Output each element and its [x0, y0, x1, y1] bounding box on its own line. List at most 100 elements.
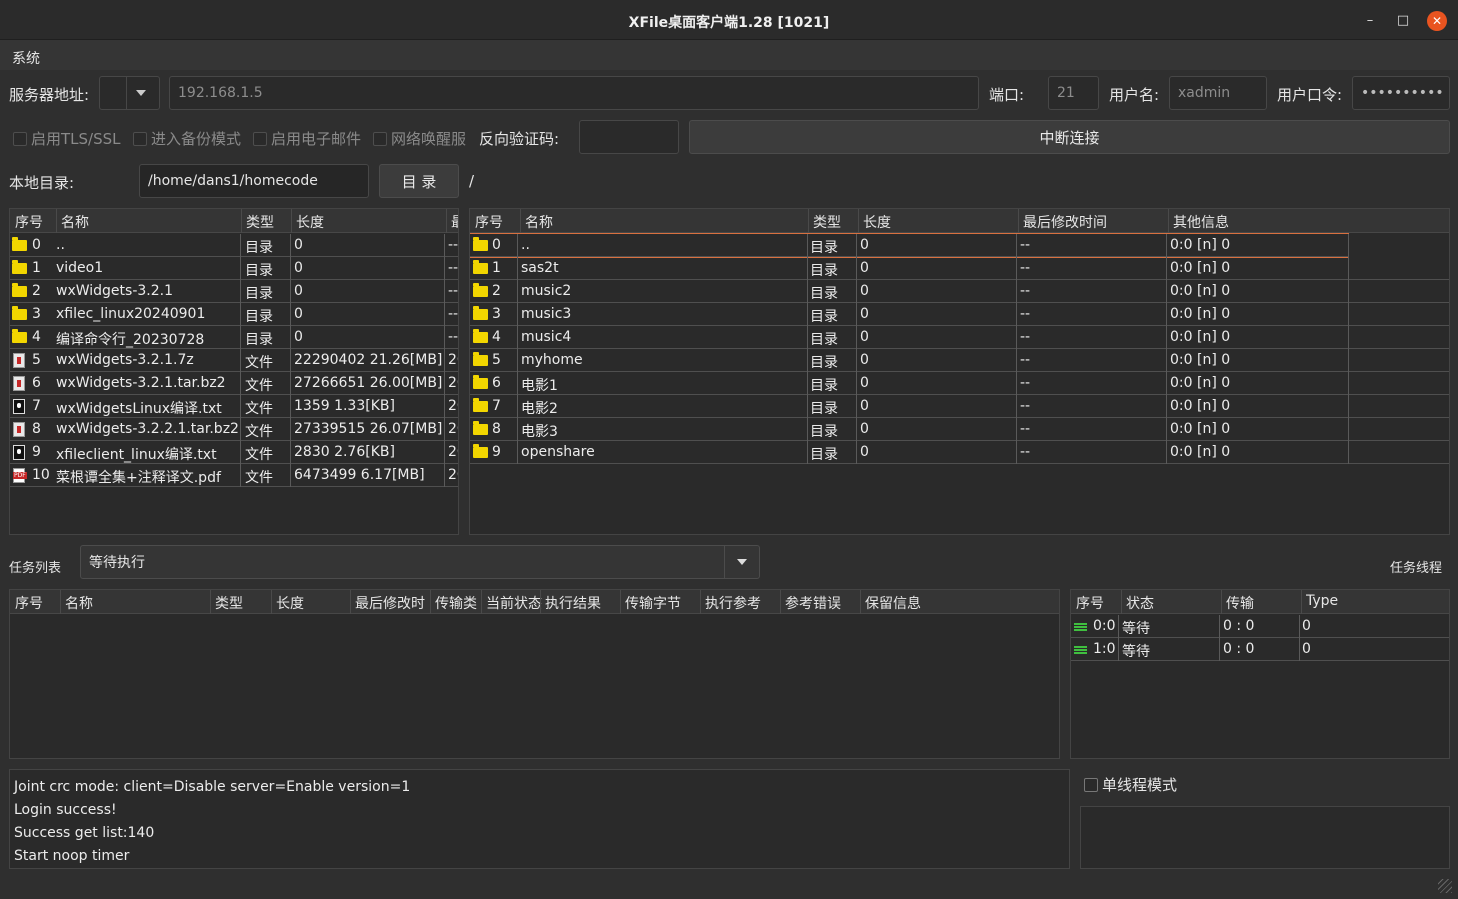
column-header[interactable]: 最后修改时间 [1023, 212, 1107, 232]
tls-checkbox[interactable]: 启用TLS/SSL [13, 128, 121, 149]
column-header[interactable]: 长度 [296, 212, 324, 232]
column-header[interactable]: 长度 [276, 593, 304, 613]
column-header[interactable]: 名称 [525, 212, 553, 232]
column-header[interactable]: 最后修改时 [355, 593, 425, 613]
file-type: 目录 [245, 263, 273, 279]
table-row[interactable]: 4 编译命令行_20230728 目录 0 -- [10, 326, 458, 349]
folder-icon [12, 260, 27, 274]
close-button[interactable]: ✕ [1427, 11, 1447, 31]
table-row[interactable]: 3 xfilec_linux20240901 目录 0 -- [10, 303, 458, 326]
table-row[interactable]: 8 wxWidgets-3.2.2.1.tar.bz2 文件 27339515 26.… [10, 418, 458, 441]
column-header[interactable]: 传输类 [435, 593, 477, 613]
title-bar: XFile桌面客户端1.28 [1021] – □ ✕ [0, 0, 1458, 40]
port-input[interactable]: 21 [1048, 76, 1099, 110]
cell-divider [444, 303, 445, 326]
column-header[interactable]: 当前状态 [486, 593, 542, 613]
column-header[interactable]: 执行结果 [545, 593, 601, 613]
table-row[interactable]: 2 wxWidgets-3.2.1 目录 0 -- [10, 280, 458, 303]
column-header[interactable]: 传输字节 [625, 593, 681, 613]
file-size: 0 [294, 329, 303, 345]
backup-mode-checkbox[interactable]: 进入备份模式 [133, 128, 241, 149]
choose-dir-button[interactable]: 目 录 [379, 164, 459, 198]
column-header[interactable]: 传输 [1226, 593, 1254, 613]
folder-icon [473, 260, 488, 274]
table-row[interactable]: 5 wxWidgets-3.2.1.7z 文件 22290402 21.26[MB] 2… [10, 349, 458, 372]
cell-divider [1219, 638, 1220, 661]
table-row[interactable]: 10 菜根谭全集+注释译文.pdf 文件 6473499 6.17[MB] 20 [10, 464, 458, 487]
server-history-dropdown[interactable] [99, 76, 160, 110]
file-name: 电影2 [521, 401, 558, 417]
column-divider [1301, 590, 1302, 614]
menu-system[interactable]: 系统 [12, 48, 40, 68]
task-filter-dropdown[interactable]: 等待执行 [80, 545, 760, 579]
password-input[interactable]: •••••••••• [1352, 76, 1450, 110]
cell-divider [1016, 257, 1017, 280]
backup-mode-label: 进入备份模式 [151, 130, 242, 148]
cell-divider [1219, 615, 1220, 638]
table-row[interactable]: 7 电影2 目录 0 -- 0:0 [n] 0 [470, 395, 1449, 418]
column-header[interactable]: 类型 [246, 212, 274, 232]
column-divider [291, 209, 292, 233]
row-index: 10 [32, 467, 50, 483]
table-row[interactable]: 1 sas2t 目录 0 -- 0:0 [n] 0 [470, 257, 1449, 280]
table-row[interactable]: 6 电影1 目录 0 -- 0:0 [n] 0 [470, 372, 1449, 395]
cell-divider [240, 418, 241, 441]
table-row[interactable]: 1:0 等待 0 : 0 0 [1071, 638, 1449, 661]
folder-icon [473, 306, 488, 320]
column-header[interactable]: 状态 [1126, 593, 1154, 613]
table-row[interactable]: 8 电影3 目录 0 -- 0:0 [n] 0 [470, 418, 1449, 441]
user-input[interactable]: xadmin [1169, 76, 1267, 110]
column-header[interactable]: 长度 [863, 212, 891, 232]
column-header[interactable]: 其他信息 [1173, 212, 1229, 232]
cell-divider [807, 326, 808, 349]
column-divider [1168, 209, 1169, 233]
verify-code-input[interactable] [579, 120, 679, 154]
column-header[interactable]: 序号 [15, 212, 43, 232]
log-line: Login success! [14, 802, 117, 818]
maximize-button[interactable]: □ [1393, 11, 1413, 31]
table-row[interactable]: 1 video1 目录 0 -- [10, 257, 458, 280]
table-row[interactable]: 9 xfileclient_linux编译.txt 文件 2830 2.76[KB] 2… [10, 441, 458, 464]
column-header[interactable]: 执行参考 [705, 593, 761, 613]
table-row[interactable]: 2 music2 目录 0 -- 0:0 [n] 0 [470, 280, 1449, 303]
local-path-input[interactable]: /home/dans1/homecode [139, 164, 369, 198]
disconnect-button[interactable]: 中断连接 [689, 120, 1450, 154]
cell-divider [444, 418, 445, 441]
resize-grip-icon[interactable] [1438, 879, 1452, 893]
table-row[interactable]: 5 myhome 目录 0 -- 0:0 [n] 0 [470, 349, 1449, 372]
row-index: 2 [492, 283, 501, 299]
column-header[interactable]: 最 [451, 212, 458, 232]
cell-divider [1016, 303, 1017, 326]
table-row[interactable]: 0:0 等待 0 : 0 0 [1071, 615, 1449, 638]
table-row[interactable]: 6 wxWidgets-3.2.1.tar.bz2 文件 27266651 26.00… [10, 372, 458, 395]
cell-divider [1348, 234, 1349, 257]
column-header[interactable]: 名称 [65, 593, 93, 613]
file-name: .. [56, 237, 65, 253]
column-header[interactable]: 保留信息 [865, 593, 921, 613]
column-header[interactable]: Type [1306, 593, 1338, 609]
email-checkbox[interactable]: 启用电子邮件 [253, 128, 361, 149]
server-address-input[interactable]: 192.168.1.5 [169, 76, 979, 110]
table-row[interactable]: 0.. 目录 0 -- 0:0 [n] 0 [470, 233, 1349, 258]
cell-divider [1166, 418, 1167, 441]
log-output[interactable]: Joint crc mode: client=Disable server=En… [9, 769, 1070, 869]
column-header[interactable]: 序号 [475, 212, 503, 232]
thread-icon [1074, 646, 1087, 654]
column-header[interactable]: 序号 [1076, 593, 1104, 613]
table-row[interactable]: 0.. 目录 0 -- [10, 234, 458, 257]
minimize-button[interactable]: – [1360, 11, 1380, 31]
table-row[interactable]: 3 music3 目录 0 -- 0:0 [n] 0 [470, 303, 1449, 326]
file-info: 0:0 [n] 0 [1170, 444, 1231, 460]
file-type: 文件 [245, 401, 273, 417]
single-thread-checkbox[interactable]: 单线程模式 [1084, 774, 1177, 795]
column-header[interactable]: 参考错误 [785, 593, 841, 613]
column-header[interactable]: 序号 [15, 593, 43, 613]
wake-on-lan-checkbox[interactable]: 网络唤醒服 [373, 128, 466, 149]
table-row[interactable]: 9 openshare 目录 0 -- 0:0 [n] 0 [470, 441, 1449, 464]
table-row[interactable]: 4 music4 目录 0 -- 0:0 [n] 0 [470, 326, 1449, 349]
column-header[interactable]: 类型 [215, 593, 243, 613]
column-header[interactable]: 类型 [813, 212, 841, 232]
table-row[interactable]: 7 wxWidgetsLinux编译.txt 文件 1359 1.33[KB] 20 [10, 395, 458, 418]
file-modified: -- [1020, 306, 1031, 322]
column-header[interactable]: 名称 [61, 212, 89, 232]
